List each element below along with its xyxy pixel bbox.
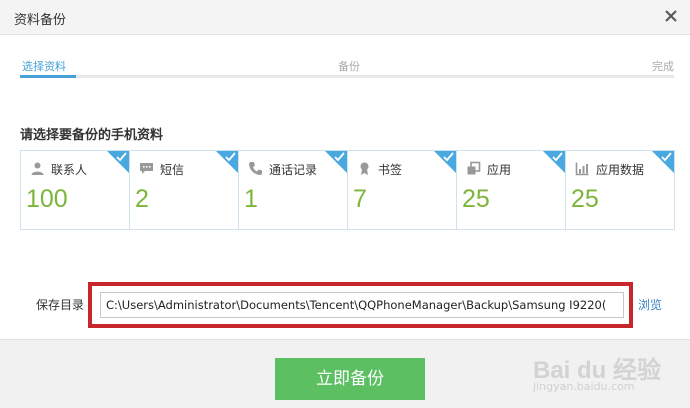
card-count: 7	[353, 185, 367, 213]
card-count: 2	[135, 185, 149, 213]
card-label: 应用	[487, 163, 512, 177]
check-icon	[116, 152, 127, 162]
browse-link[interactable]: 浏览	[638, 296, 662, 313]
card-app-data[interactable]: 应用数据 25	[565, 150, 675, 230]
card-apps[interactable]: 应用 25	[456, 150, 566, 230]
step-backup: 备份	[338, 60, 360, 73]
card-label: 联系人	[51, 163, 88, 177]
check-icon	[225, 152, 236, 162]
card-call-log[interactable]: 通话记录 1	[238, 150, 348, 230]
phone-icon	[249, 162, 262, 175]
card-count: 25	[571, 185, 599, 213]
title-bar: 资料备份	[0, 0, 690, 35]
data-type-cards: 联系人 100 短信 2 通话记录 1 书签 7 应用 25 应用数据 25	[20, 150, 680, 230]
check-icon	[661, 152, 672, 162]
save-directory-label: 保存目录	[36, 298, 85, 312]
check-icon	[334, 152, 345, 162]
check-icon	[443, 152, 454, 162]
bookmark-icon	[360, 162, 369, 175]
card-messages[interactable]: 短信 2	[129, 150, 239, 230]
step-done: 完成	[652, 60, 674, 73]
card-count: 100	[26, 185, 68, 213]
window-title: 资料备份	[14, 13, 67, 28]
card-contacts[interactable]: 联系人 100	[20, 150, 130, 230]
progress-steps: 选择资料 备份 完成	[20, 58, 674, 82]
card-count: 1	[244, 185, 258, 213]
card-label: 书签	[378, 163, 403, 177]
message-icon	[140, 163, 153, 174]
watermark-url: jingyan.baidu.com	[533, 380, 635, 393]
card-label: 应用数据	[596, 163, 645, 177]
backup-now-button[interactable]: 立即备份	[275, 358, 425, 400]
save-path-field[interactable]: C:\Users\Administrator\Documents\Tencent…	[100, 292, 624, 318]
section-title: 请选择要备份的手机资料	[20, 128, 164, 143]
check-icon	[552, 152, 563, 162]
close-icon[interactable]	[662, 7, 680, 25]
app-icon	[467, 161, 481, 175]
save-directory-row: 保存目录 C:\Users\Administrator\Documents\Te…	[0, 280, 690, 328]
card-bookmarks[interactable]: 书签 7	[347, 150, 457, 230]
progress-track	[20, 75, 674, 78]
chart-icon	[575, 162, 589, 176]
person-icon	[31, 162, 44, 175]
card-label: 短信	[160, 163, 185, 177]
progress-track-active	[20, 75, 76, 78]
card-count: 25	[462, 185, 490, 213]
step-select: 选择资料	[22, 60, 66, 73]
baidu-watermark: Bai du 经验 jingyan.baidu.com	[533, 350, 663, 400]
card-label: 通话记录	[269, 163, 318, 177]
